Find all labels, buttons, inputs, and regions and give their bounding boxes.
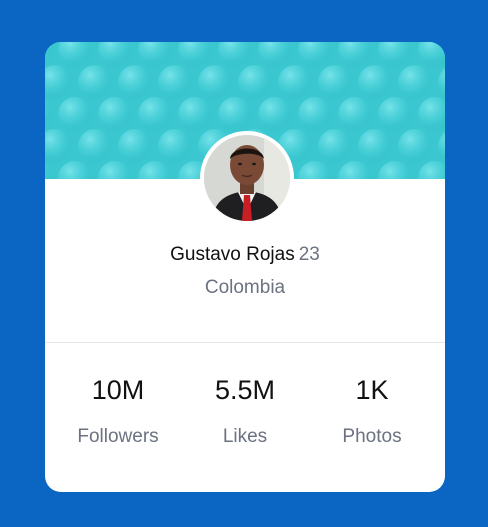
banner-bubble xyxy=(58,97,92,131)
banner-bubble xyxy=(398,65,432,99)
banner-bubble xyxy=(178,97,212,131)
banner-bubble xyxy=(358,65,392,99)
stat-value: 5.5M xyxy=(214,375,276,405)
banner-bubble xyxy=(218,97,252,131)
banner-bubble xyxy=(78,129,112,163)
banner-bubble xyxy=(118,129,152,163)
stat-label: Likes xyxy=(222,426,268,447)
stat-label: Followers xyxy=(77,426,159,447)
profile-name-line: Gustavo Rojas 23 xyxy=(45,243,445,267)
stat-likes: 5.5M Likes xyxy=(180,374,310,449)
stat-followers: 10M Followers xyxy=(53,374,183,449)
profile-location: Colombia xyxy=(204,277,286,298)
profile-card: Gustavo Rojas 23 Colombia 10M Followers 5… xyxy=(45,42,445,492)
banner-bubble xyxy=(398,129,432,163)
banner-bubble xyxy=(378,97,412,131)
banner-bubble xyxy=(318,129,352,163)
stat-label: Photos xyxy=(342,426,402,447)
banner-bubble xyxy=(138,97,172,131)
stat-value: 10M xyxy=(91,375,145,405)
banner-bubble xyxy=(318,65,352,99)
banner-bubble xyxy=(158,65,192,99)
banner-bubble xyxy=(298,97,332,131)
banner-bubble xyxy=(338,97,372,131)
banner-bubble xyxy=(358,129,392,163)
banner-bubble xyxy=(118,65,152,99)
banner-bubble xyxy=(98,97,132,131)
banner-bubble xyxy=(278,65,312,99)
profile-name: Gustavo Rojas xyxy=(170,244,295,265)
stat-photos: 1K Photos xyxy=(307,374,437,449)
avatar-photo xyxy=(204,135,290,221)
banner-bubble xyxy=(258,97,292,131)
stat-value: 1K xyxy=(355,375,389,405)
avatar[interactable] xyxy=(200,131,294,225)
banner-bubble xyxy=(238,65,272,99)
user-photo-icon xyxy=(204,135,290,221)
banner-bubble xyxy=(158,129,192,163)
profile-age: 23 xyxy=(298,244,320,265)
divider xyxy=(45,342,445,343)
banner-bubble xyxy=(198,65,232,99)
banner-bubble xyxy=(78,65,112,99)
